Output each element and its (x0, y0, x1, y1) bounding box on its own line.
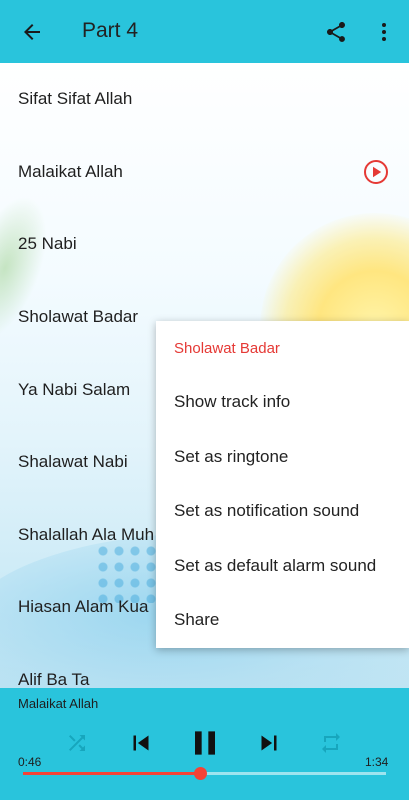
track-item[interactable]: 25 Nabi (0, 208, 409, 280)
share-icon (327, 22, 345, 42)
track-name: Sifat Sifat Allah (18, 89, 133, 108)
elapsed-time: 0:46 (18, 755, 42, 769)
more-vert-icon (382, 23, 386, 41)
track-name: Hiasan Alam Kua (18, 597, 149, 616)
seek-bar-progress (23, 772, 201, 775)
back-button[interactable] (14, 14, 50, 50)
track-item[interactable]: Alif Ba Ta (0, 644, 409, 688)
track-name: Malaikat Allah (18, 162, 123, 181)
previous-button[interactable] (124, 726, 158, 760)
shuffle-icon (69, 735, 85, 751)
menu-item-label: Set as default alarm sound (174, 556, 377, 575)
menu-item-label: Set as notification sound (174, 501, 360, 520)
total-duration: 1:34 (365, 755, 389, 769)
menu-header: Sholawat Badar (174, 340, 280, 357)
pause-button[interactable] (184, 722, 226, 764)
track-name: Sholawat Badar (18, 307, 139, 326)
next-button[interactable] (252, 726, 286, 760)
pause-icon (195, 731, 215, 755)
menu-item-label: Share (174, 610, 220, 629)
page-title: Part 4 (82, 19, 139, 42)
track-name: Ya Nabi Salam (18, 380, 131, 399)
now-playing-title: Malaikat Allah (18, 696, 99, 711)
seek-bar[interactable] (23, 767, 386, 780)
share-button[interactable] (318, 14, 354, 50)
menu-item-label: Set as ringtone (174, 447, 289, 466)
play-circle-icon[interactable] (362, 158, 390, 186)
app-bar: Part 4 (0, 0, 409, 63)
menu-item-set-notification-sound[interactable]: Set as notification sound (156, 484, 409, 538)
repeat-button[interactable] (316, 728, 346, 758)
menu-item-show-track-info[interactable]: Show track info (156, 375, 409, 429)
menu-item-set-alarm-sound[interactable]: Set as default alarm sound (156, 539, 409, 593)
seek-bar-thumb[interactable] (194, 767, 208, 780)
overflow-menu-button[interactable] (366, 14, 402, 50)
player-bar: Malaikat Allah 0:46 1:34 (0, 688, 409, 800)
track-name: Shalallah Ala Muh (18, 525, 155, 544)
track-context-menu: Sholawat Badar Show track info Set as ri… (156, 321, 409, 648)
skip-previous-icon (133, 735, 149, 751)
menu-item-share[interactable]: Share (156, 593, 409, 647)
menu-item-label: Show track info (174, 392, 291, 411)
track-item[interactable]: Sifat Sifat Allah (0, 63, 409, 135)
track-name: Alif Ba Ta (18, 670, 90, 688)
track-item[interactable]: Malaikat Allah (0, 136, 409, 208)
arrow-back-icon (24, 24, 40, 40)
track-name: 25 Nabi (18, 234, 77, 253)
track-name: Shalawat Nabi (18, 452, 128, 471)
repeat-icon (322, 733, 340, 753)
menu-item-set-ringtone[interactable]: Set as ringtone (156, 430, 409, 484)
shuffle-button[interactable] (62, 728, 92, 758)
skip-next-icon (261, 735, 277, 751)
